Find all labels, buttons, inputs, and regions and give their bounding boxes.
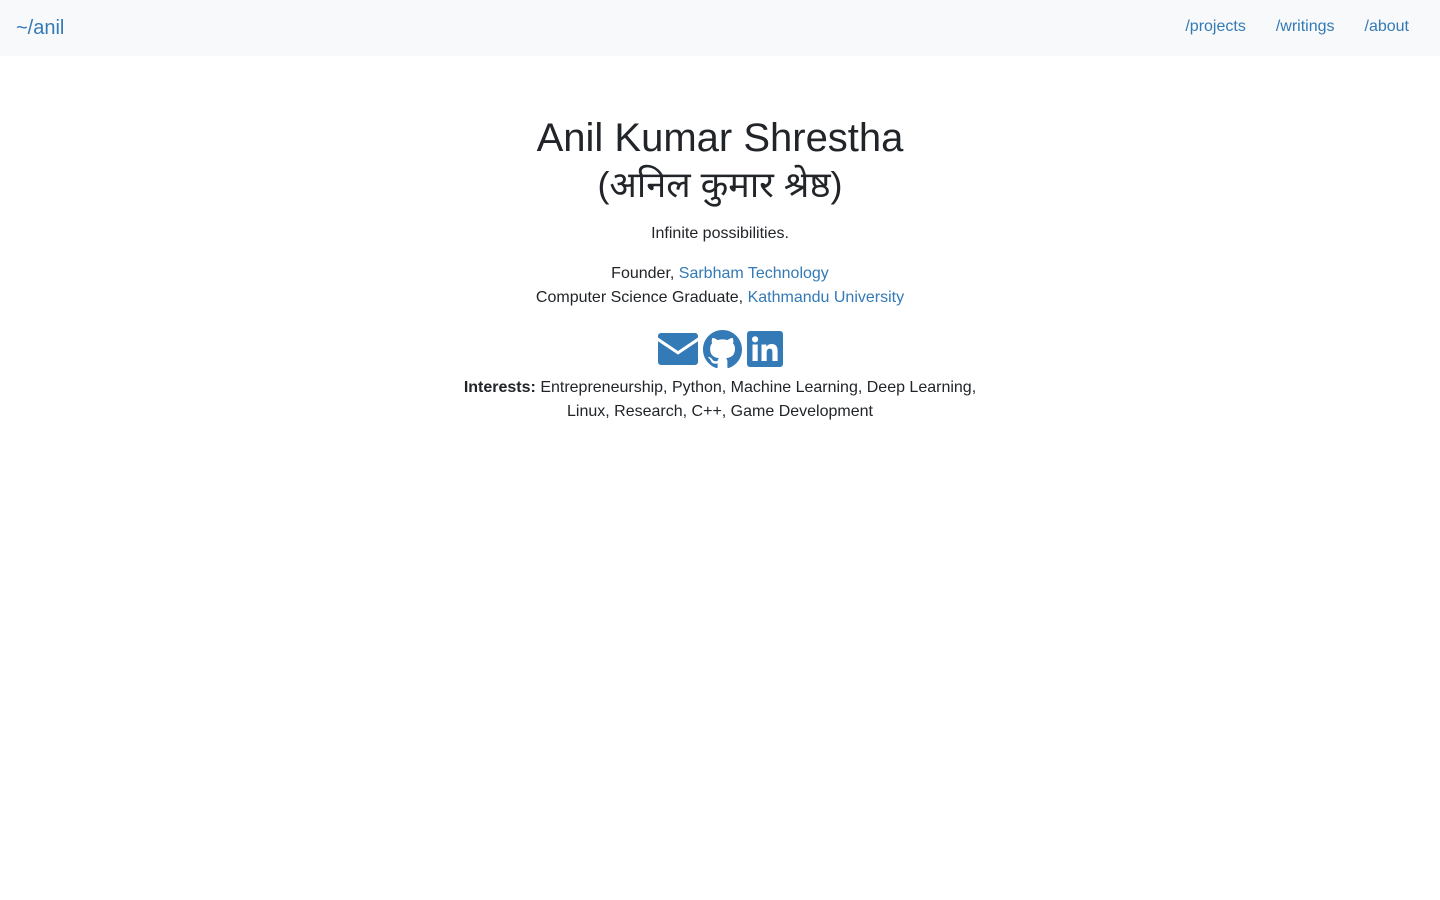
email-link[interactable] <box>657 333 698 365</box>
role-graduate-label: Computer Science Graduate, <box>535 289 748 306</box>
nav-link-about[interactable]: /about <box>1350 17 1424 37</box>
linkedin-icon <box>746 331 783 367</box>
native-name: (अनिल कुमार श्रेष्ठ) <box>597 164 843 205</box>
kathmandu-university-link[interactable]: Kathmandu University <box>748 289 905 306</box>
interests: Interests: Entrepreneurship, Python, Mac… <box>450 376 990 424</box>
roles: Founder, Sarbham Technology Computer Sci… <box>0 262 1440 310</box>
github-link[interactable] <box>702 329 742 369</box>
interests-list: Entrepreneurship, Python, Machine Learni… <box>540 379 977 420</box>
nav-links: /projects /writings /about <box>1170 17 1424 37</box>
linkedin-link[interactable] <box>746 331 783 367</box>
navbar: ~/anil /projects /writings /about <box>0 0 1440 56</box>
tagline: Infinite possibilities. <box>651 225 789 242</box>
brand-link[interactable]: ~/anil <box>16 15 64 41</box>
envelope-icon <box>657 333 698 365</box>
main-content: Anil Kumar Shrestha (अनिल कुमार श्रेष्ठ)… <box>0 56 1440 424</box>
nav-link-projects[interactable]: /projects <box>1170 17 1260 37</box>
page-title: Anil Kumar Shrestha <box>536 116 904 160</box>
interests-label: Interests: <box>463 379 536 396</box>
nav-link-writings[interactable]: /writings <box>1261 17 1350 37</box>
sarbham-technology-link[interactable]: Sarbham Technology <box>679 265 829 282</box>
social-links <box>0 328 1440 370</box>
github-icon <box>702 329 742 368</box>
role-founder-label: Founder, <box>611 265 679 282</box>
